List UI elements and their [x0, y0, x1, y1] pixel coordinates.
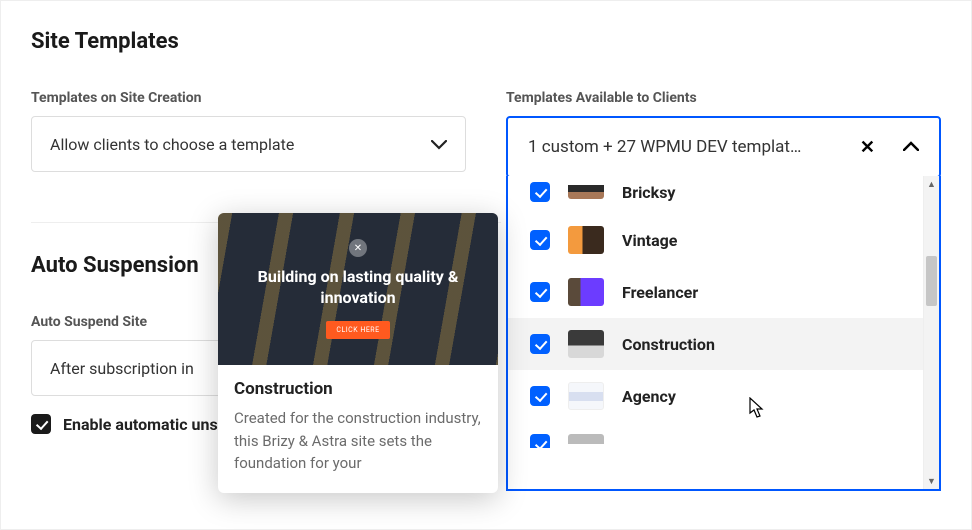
scrollbar-thumb[interactable] [926, 256, 937, 306]
templates-available-combo: 1 custom + 27 WPMU DEV templat… ✕ Bricks… [506, 116, 941, 178]
clear-icon[interactable]: ✕ [850, 131, 885, 164]
combo-header[interactable]: 1 custom + 27 WPMU DEV templat… ✕ [506, 116, 941, 178]
checkbox-checked-icon[interactable] [530, 386, 550, 406]
tooltip-hero-text: Building on lasting quality & innovation [238, 267, 478, 309]
chevron-up-icon[interactable] [897, 133, 925, 161]
templates-available-label: Templates Available to Clients [506, 90, 941, 106]
scrollbar[interactable]: ▲ ▼ [923, 176, 939, 489]
scroll-down-icon[interactable]: ▼ [924, 473, 939, 489]
checkbox-checked-icon[interactable] [530, 334, 550, 354]
chevron-down-icon [431, 134, 447, 155]
combo-selected-text: 1 custom + 27 WPMU DEV templat… [528, 137, 838, 157]
checkbox-checked-icon[interactable] [530, 182, 550, 202]
right-column: Templates Available to Clients 1 custom … [506, 90, 941, 434]
option-bricksy[interactable]: Bricksy [508, 180, 923, 214]
tooltip-title: Construction [234, 379, 482, 399]
option-freelancer[interactable]: Freelancer [508, 266, 923, 318]
template-thumbnail [568, 278, 604, 306]
templates-creation-label: Templates on Site Creation [31, 90, 466, 106]
checkbox-checked-icon[interactable] [530, 434, 550, 448]
option-vintage[interactable]: Vintage [508, 214, 923, 266]
tooltip-hero-image: ✕ Building on lasting quality & innovati… [218, 213, 498, 365]
tooltip-description: Created for the construction industry, t… [234, 407, 482, 475]
option-label: Construction [622, 335, 715, 354]
checkbox-checked-icon[interactable] [31, 414, 51, 434]
option-label: Bricksy [622, 183, 675, 202]
option-next-partial[interactable] [508, 422, 923, 448]
template-thumbnail [568, 330, 604, 358]
close-icon: ✕ [349, 239, 367, 257]
checkbox-checked-icon[interactable] [530, 282, 550, 302]
tooltip-hero-cta: CLICK HERE [326, 321, 389, 339]
scroll-up-icon[interactable]: ▲ [924, 176, 939, 192]
auto-suspend-value: After subscription in [50, 359, 194, 378]
option-agency[interactable]: Agency [508, 370, 923, 422]
combo-option-list: Bricksy Vintage Freelancer [508, 176, 923, 489]
combo-dropdown-panel: Bricksy Vintage Freelancer [506, 176, 941, 491]
option-label: Freelancer [622, 283, 698, 302]
templates-creation-value: Allow clients to choose a template [50, 135, 294, 154]
page-title: Site Templates [31, 29, 941, 54]
template-preview-tooltip: ✕ Building on lasting quality & innovati… [218, 213, 498, 493]
template-thumbnail [568, 226, 604, 254]
template-thumbnail [568, 382, 604, 410]
templates-creation-select[interactable]: Allow clients to choose a template [31, 116, 466, 172]
option-label: Agency [622, 387, 676, 406]
option-construction[interactable]: Construction [508, 318, 923, 370]
template-thumbnail [568, 434, 604, 444]
checkbox-checked-icon[interactable] [530, 230, 550, 250]
template-thumbnail [568, 185, 604, 199]
option-label: Vintage [622, 231, 677, 250]
